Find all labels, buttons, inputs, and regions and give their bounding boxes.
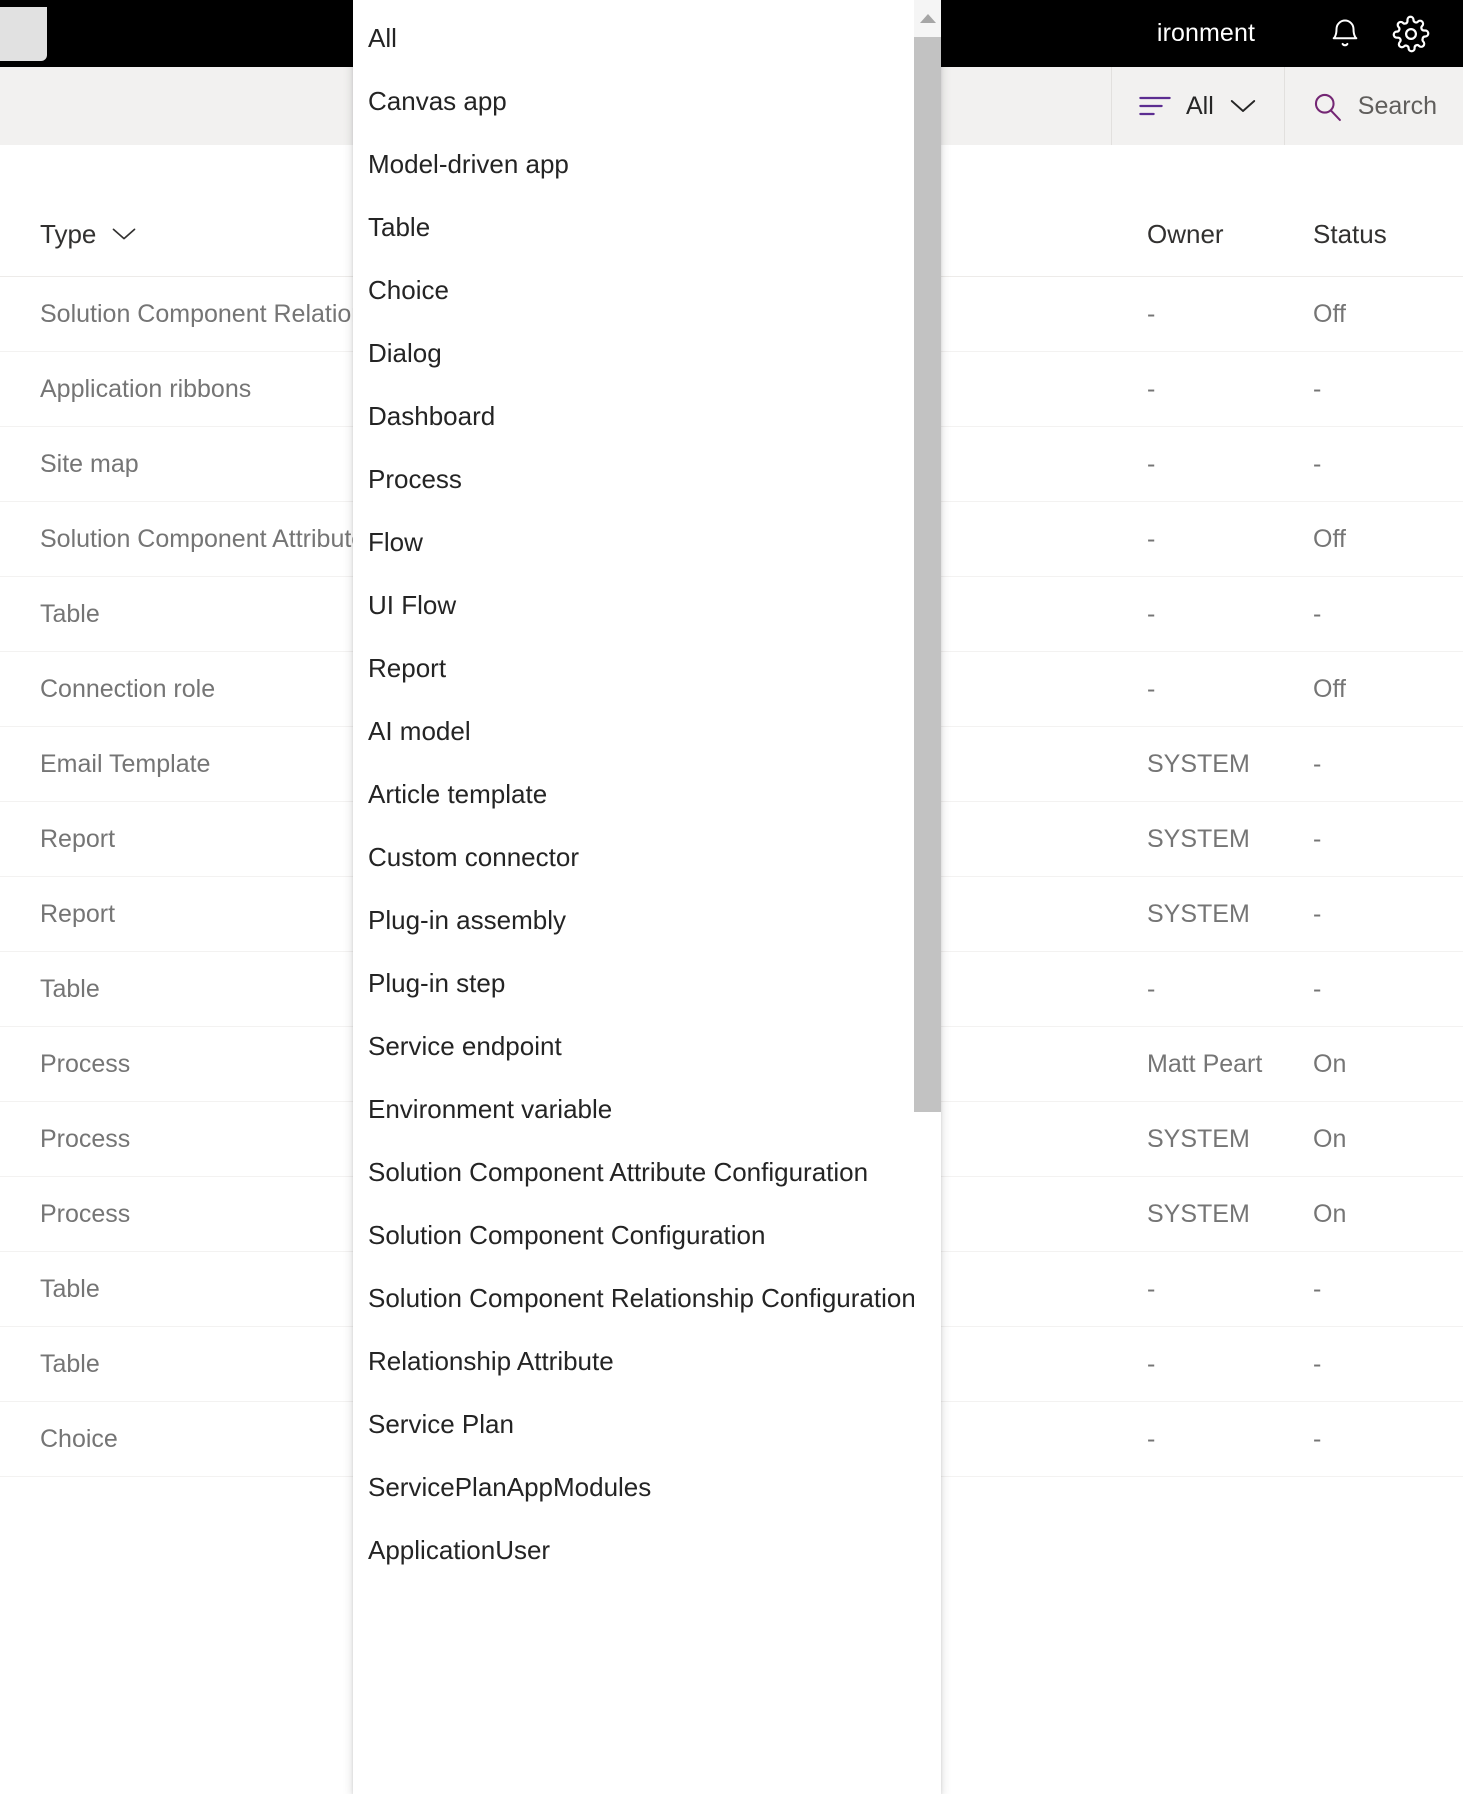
cell-status: - [1313,750,1463,779]
dropdown-scrollbar[interactable] [914,0,941,1794]
type-filter-option[interactable]: UI Flow [353,574,913,637]
search-box[interactable]: Search [1285,67,1463,145]
cell-status: - [1313,1425,1463,1454]
cell-status: - [1313,825,1463,854]
cell-status: On [1313,1125,1463,1154]
type-filter-option[interactable]: Dashboard [353,385,913,448]
filter-lines-icon [1138,94,1172,118]
chevron-down-icon [1228,96,1258,116]
app-root: ironment All [0,0,1463,1794]
type-filter-option[interactable]: Custom connector [353,826,913,889]
type-filter-option[interactable]: Choice [353,259,913,322]
type-filter-option[interactable]: ApplicationUser [353,1519,913,1582]
cell-status: - [1313,1350,1463,1379]
search-input[interactable]: Search [1358,92,1437,121]
view-filter-label: All [1186,92,1214,121]
type-filter-option[interactable]: Flow [353,511,913,574]
cell-status: Off [1313,675,1463,704]
cell-status: - [1313,375,1463,404]
type-filter-option[interactable]: Model-driven app [353,133,913,196]
cell-owner: SYSTEM [1147,1200,1313,1229]
cell-owner: - [1147,525,1313,554]
cell-status: On [1313,1200,1463,1229]
type-filter-option[interactable]: Service endpoint [353,1015,913,1078]
cell-status: - [1313,975,1463,1004]
column-header-type-label: Type [40,219,96,250]
type-filter-option[interactable]: AI model [353,700,913,763]
cell-owner: SYSTEM [1147,900,1313,929]
cell-status: - [1313,600,1463,629]
type-filter-option[interactable]: Solution Component Attribute Configurati… [353,1141,913,1204]
type-filter-option[interactable]: Solution Component Configuration [353,1204,913,1267]
cell-owner: - [1147,300,1313,329]
chevron-down-icon[interactable] [110,219,138,250]
cell-status: Off [1313,525,1463,554]
type-filter-option[interactable]: Canvas app [353,70,913,133]
cell-owner: - [1147,600,1313,629]
app-logo-tile[interactable] [0,7,47,61]
cell-status: On [1313,1050,1463,1079]
type-filter-option-list: AllCanvas appModel-driven appTableChoice… [353,0,913,1582]
type-filter-option[interactable]: Process [353,448,913,511]
type-filter-option[interactable]: Article template [353,763,913,826]
type-filter-option[interactable]: Report [353,637,913,700]
type-filter-option[interactable]: Plug-in assembly [353,889,913,952]
bell-icon[interactable] [1317,6,1373,62]
environment-name-label: ironment [1157,19,1255,48]
type-filter-option[interactable]: Service Plan [353,1393,913,1456]
gear-icon[interactable] [1383,6,1439,62]
type-filter-option[interactable]: Relationship Attribute [353,1330,913,1393]
column-header-status[interactable]: Status [1313,219,1463,250]
type-filter-option[interactable]: Dialog [353,322,913,385]
cell-owner: - [1147,1275,1313,1304]
type-filter-option[interactable]: Plug-in step [353,952,913,1015]
cell-owner: - [1147,1350,1313,1379]
type-filter-option[interactable]: Environment variable [353,1078,913,1141]
cell-owner: - [1147,1425,1313,1454]
type-filter-option[interactable]: Solution Component Relationship Configur… [353,1267,913,1330]
cell-owner: SYSTEM [1147,1125,1313,1154]
cell-status: - [1313,450,1463,479]
triangle-up-icon[interactable] [914,0,941,37]
type-filter-option[interactable]: All [353,7,913,70]
cell-owner: - [1147,375,1313,404]
cell-status: - [1313,900,1463,929]
view-filter-button[interactable]: All [1112,67,1284,145]
column-header-status-label: Status [1313,219,1387,250]
cell-status: - [1313,1275,1463,1304]
dropdown-scrollbar-thumb[interactable] [914,37,941,1112]
cell-owner: SYSTEM [1147,750,1313,779]
cell-owner: - [1147,450,1313,479]
column-header-owner[interactable]: Owner [1147,219,1313,250]
cell-owner: - [1147,975,1313,1004]
search-icon [1311,90,1344,123]
column-header-owner-label: Owner [1147,219,1224,250]
cell-owner: Matt Peart [1147,1050,1313,1079]
cell-owner: - [1147,675,1313,704]
cell-owner: SYSTEM [1147,825,1313,854]
type-filter-option[interactable]: Table [353,196,913,259]
cell-status: Off [1313,300,1463,329]
type-filter-dropdown[interactable]: AllCanvas appModel-driven appTableChoice… [353,0,941,1794]
type-filter-option[interactable]: ServicePlanAppModules [353,1456,913,1519]
